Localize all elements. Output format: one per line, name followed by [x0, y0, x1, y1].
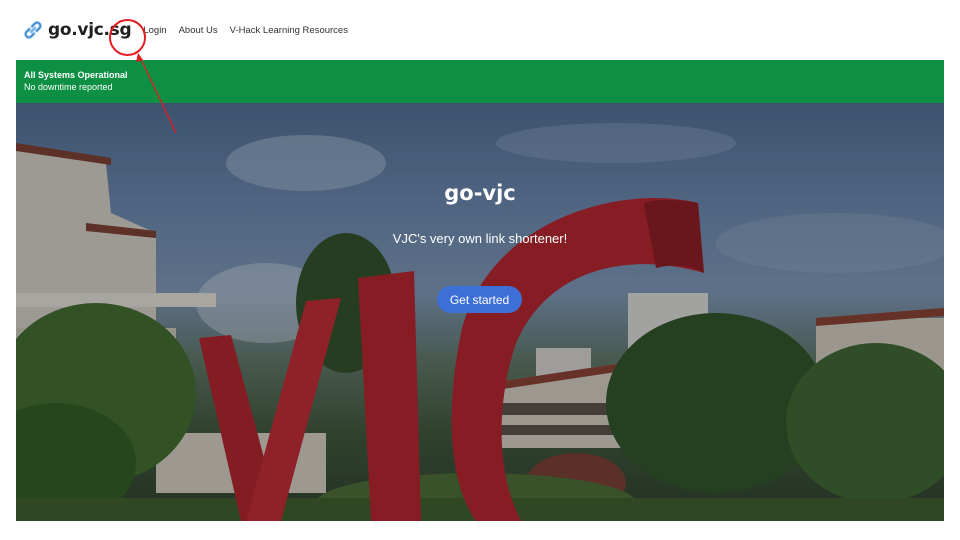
- nav-login-link[interactable]: Login: [143, 25, 166, 36]
- link-icon: [24, 21, 42, 39]
- hero-content: go-vjc VJC's very own link shortener! Ge…: [16, 103, 944, 521]
- nav-vhack-link[interactable]: V-Hack Learning Resources: [230, 25, 348, 36]
- annotation-circle: [109, 19, 146, 56]
- status-banner: All Systems Operational No downtime repo…: [16, 60, 944, 103]
- status-subtitle: No downtime reported: [24, 82, 113, 92]
- status-title: All Systems Operational: [24, 70, 128, 80]
- hero-section: go-vjc VJC's very own link shortener! Ge…: [16, 103, 944, 521]
- nav-about-link[interactable]: About Us: [179, 25, 218, 36]
- nav-links: Login About Us V-Hack Learning Resources: [143, 25, 360, 36]
- hero-title: go-vjc: [444, 181, 516, 205]
- hero-subtitle: VJC's very own link shortener!: [392, 231, 568, 246]
- get-started-button[interactable]: Get started: [437, 286, 522, 313]
